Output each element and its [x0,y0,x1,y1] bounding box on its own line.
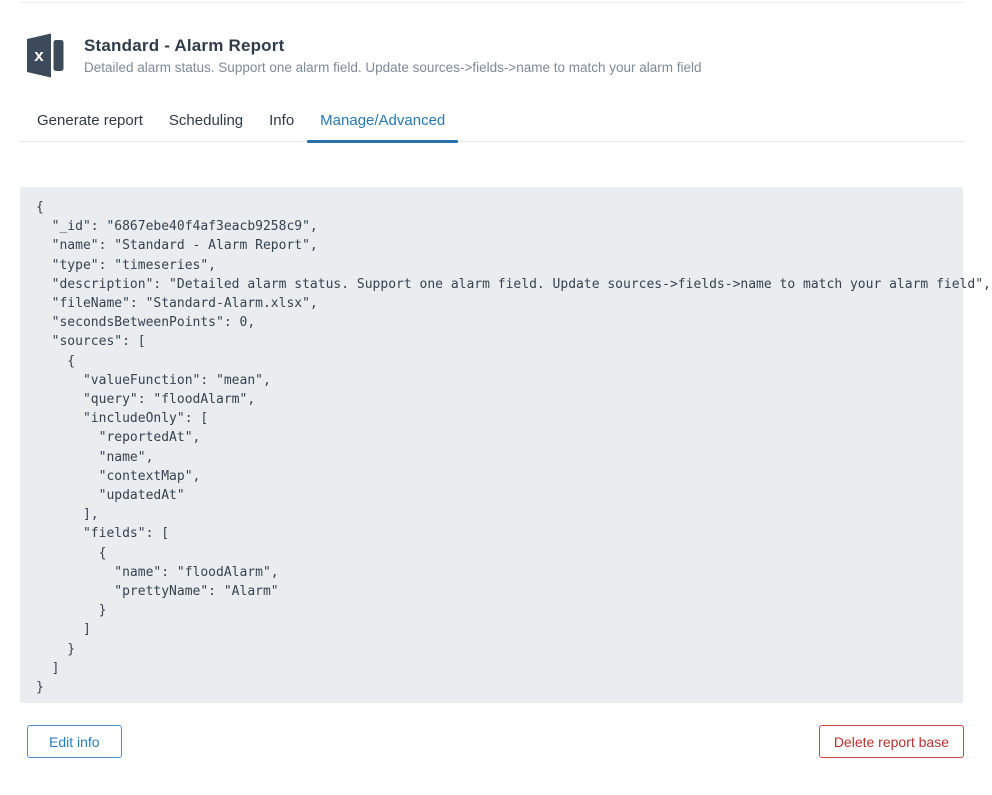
report-config-code-block: { "_id": "6867ebe40f4af3eacb9258c9", "na… [20,187,963,703]
delete-report-base-button[interactable]: Delete report base [819,725,964,758]
footer-actions: Edit info Delete report base [27,725,964,758]
tab-generate-report[interactable]: Generate report [24,103,156,141]
report-header: x Standard - Alarm Report Detailed alarm… [26,32,992,79]
tab-scheduling[interactable]: Scheduling [156,103,256,141]
excel-file-icon: x [26,32,64,79]
svg-text:x: x [34,46,44,65]
edit-info-button[interactable]: Edit info [27,725,122,758]
page-title: Standard - Alarm Report [84,36,702,56]
tab-info[interactable]: Info [256,103,307,141]
top-divider [20,2,964,3]
tab-manage-advanced[interactable]: Manage/Advanced [307,103,458,141]
header-text: Standard - Alarm Report Detailed alarm s… [84,36,702,75]
report-base-page: x Standard - Alarm Report Detailed alarm… [0,2,992,758]
report-config-json: { "_id": "6867ebe40f4af3eacb9258c9", "na… [20,187,963,703]
tab-bar: Generate report Scheduling Info Manage/A… [20,103,964,142]
page-subtitle: Detailed alarm status. Support one alarm… [84,60,702,75]
